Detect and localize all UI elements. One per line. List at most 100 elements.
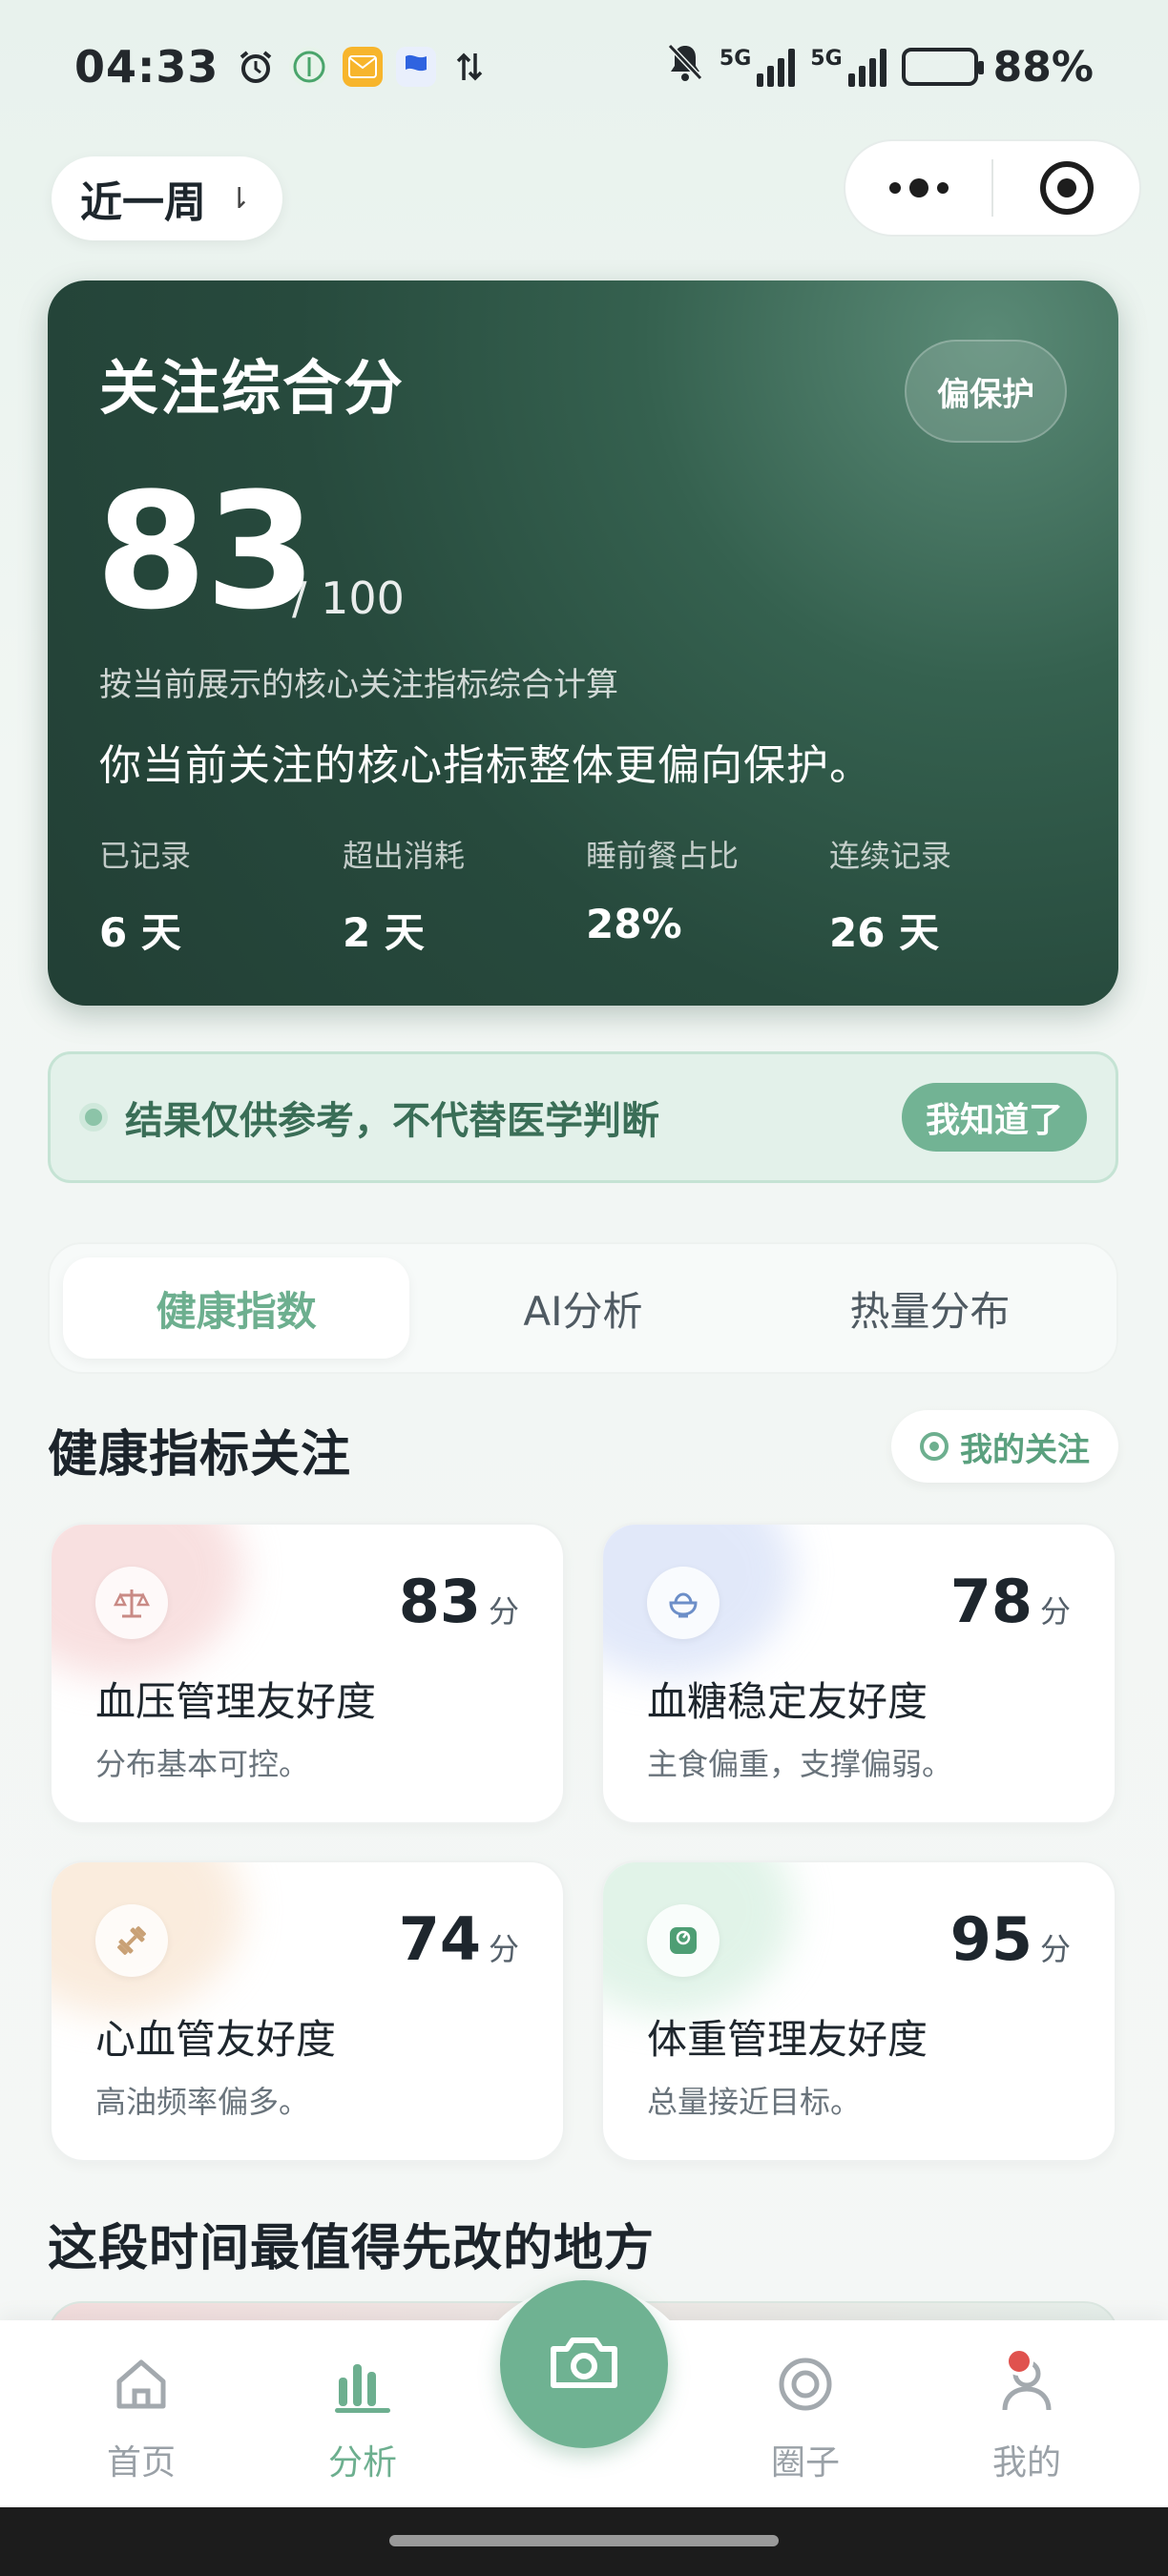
period-label: 近一周	[80, 178, 206, 227]
stat-value: 26 天	[829, 909, 940, 956]
stat-value: 2 天	[343, 909, 425, 956]
metric-score-unit: 分	[488, 1931, 519, 1967]
score-description: 按当前展示的核心关注指标综合计算	[99, 666, 618, 704]
battery-percent: 88%	[992, 42, 1094, 92]
circle-icon	[774, 2353, 837, 2420]
notice-text: 结果仅供参考，不代替医学判断	[125, 1099, 659, 1143]
stat-over-consumption: 超出消耗 2 天	[343, 832, 586, 959]
scale-icon	[95, 1567, 168, 1639]
flag-icon	[396, 47, 437, 87]
my-follows-button[interactable]: 我的关注	[891, 1410, 1118, 1483]
nav-item-profile[interactable]: 我的	[950, 2347, 1103, 2484]
metric-score: 95 分	[950, 1904, 1071, 1974]
overall-score-value: 83	[95, 458, 317, 645]
profile-icon	[995, 2347, 1058, 2420]
stat-label: 已记录	[99, 838, 192, 874]
metric-score-value: 74	[398, 1904, 481, 1974]
app-notification-icon	[289, 47, 330, 87]
mail-icon	[343, 47, 384, 87]
status-notification-icons	[236, 47, 490, 87]
metric-card-blood-pressure[interactable]: 83 分 血压管理友好度 分布基本可控。	[50, 1523, 565, 1824]
more-dots-icon	[888, 178, 949, 197]
camera-icon	[546, 2332, 622, 2397]
network-type-2: 5G	[810, 47, 843, 71]
dumbbell-icon	[95, 1904, 168, 1977]
bar-chart-icon	[331, 2353, 394, 2420]
nav-label: 首页	[106, 2443, 176, 2483]
nav-item-circle[interactable]: 圈子	[729, 2353, 882, 2484]
close-miniprogram-button[interactable]	[993, 141, 1139, 235]
network-type-1: 5G	[719, 47, 752, 71]
tab-ai-analysis[interactable]: AI分析	[409, 1257, 756, 1359]
period-selector-button[interactable]: 近一周 ⇂	[52, 156, 282, 240]
metric-name: 血压管理友好度	[95, 1678, 377, 1725]
metric-score-value: 95	[949, 1904, 1032, 1974]
notice-acknowledge-button[interactable]: 我知道了	[902, 1083, 1087, 1152]
metric-name: 血糖稳定友好度	[647, 1678, 928, 1725]
weight-scale-icon	[647, 1904, 720, 1977]
metric-score-value: 78	[949, 1567, 1032, 1636]
battery-icon	[901, 48, 984, 86]
metric-score: 78 分	[950, 1567, 1071, 1636]
bowl-icon	[647, 1567, 720, 1639]
score-tag-badge: 偏保护	[905, 340, 1067, 443]
metric-score-unit: 分	[1039, 1593, 1071, 1630]
metric-card-weight[interactable]: 95 分 体重管理友好度 总量接近目标。	[601, 1860, 1116, 2162]
metric-card-cardiovascular[interactable]: 74 分 心血管友好度 高油频率偏多。	[50, 1860, 565, 2162]
notification-badge	[1005, 2347, 1033, 2376]
status-bar: 04:33 5G 5G 88%	[0, 0, 1168, 134]
camera-button[interactable]	[500, 2280, 668, 2448]
metric-description: 分布基本可控。	[95, 1746, 310, 1782]
stat-label: 睡前餐占比	[586, 838, 740, 874]
nav-item-analysis[interactable]: 分析	[286, 2353, 439, 2484]
signal-strength-1: 5G	[719, 47, 796, 87]
stat-recorded: 已记录 6 天	[99, 832, 343, 959]
page: 04:33 5G 5G 88% 近一周 ⇂ 关注综合分 偏保护 83 / 100…	[0, 0, 1168, 2576]
analysis-tabs: 健康指数 AI分析 热量分布	[48, 1242, 1118, 1374]
score-summary: 你当前关注的核心指标整体更偏向保护。	[99, 741, 872, 790]
stat-value: 28%	[586, 901, 682, 947]
alarm-icon	[236, 47, 276, 87]
score-card-title: 关注综合分	[99, 353, 406, 423]
nav-label: 圈子	[770, 2443, 840, 2483]
stat-value: 6 天	[99, 909, 181, 956]
status-time: 04:33	[74, 41, 219, 93]
metric-description: 高油频率偏多。	[95, 2084, 310, 2120]
metric-score-value: 83	[398, 1567, 481, 1636]
metric-score-unit: 分	[1039, 1931, 1071, 1967]
target-circle-icon	[1039, 161, 1094, 215]
score-max: / 100	[292, 572, 405, 624]
section-title: 健康指标关注	[48, 1426, 352, 1484]
stat-label: 超出消耗	[343, 838, 466, 874]
stat-streak: 连续记录 26 天	[829, 832, 1073, 959]
status-right: 5G 5G 88%	[666, 42, 1094, 93]
miniprogram-capsule	[844, 139, 1141, 237]
nav-label: 分析	[327, 2443, 397, 2483]
home-icon	[110, 2353, 173, 2420]
metric-description: 总量接近目标。	[647, 2084, 862, 2120]
stat-late-meal-ratio: 睡前餐占比 28%	[586, 832, 829, 959]
metric-score: 74 分	[399, 1904, 519, 1974]
notice-dot-icon	[79, 1103, 108, 1132]
nav-item-home[interactable]: 首页	[65, 2353, 218, 2484]
home-indicator[interactable]	[389, 2535, 779, 2546]
metric-name: 体重管理友好度	[647, 2016, 928, 2063]
target-icon	[920, 1432, 949, 1461]
data-transfer-icon	[449, 47, 490, 87]
disclaimer-notice: 结果仅供参考，不代替医学判断 我知道了	[48, 1051, 1118, 1183]
metric-description: 主食偏重，支撑偏弱。	[647, 1746, 953, 1782]
period-dropdown-icon: ⇂	[227, 181, 252, 216]
metric-card-blood-sugar[interactable]: 78 分 血糖稳定友好度 主食偏重，支撑偏弱。	[601, 1523, 1116, 1824]
metric-score: 83 分	[399, 1567, 519, 1636]
tab-calorie-distribution[interactable]: 热量分布	[757, 1257, 1103, 1359]
mute-bell-icon	[666, 42, 704, 93]
score-stats: 已记录 6 天 超出消耗 2 天 睡前餐占比 28% 连续记录 26 天	[99, 832, 1073, 959]
improvement-section-title: 这段时间最值得先改的地方	[48, 2220, 656, 2277]
tab-health-index[interactable]: 健康指数	[63, 1257, 410, 1359]
nav-label: 我的	[991, 2443, 1061, 2483]
signal-strength-2: 5G	[810, 47, 886, 87]
more-menu-button[interactable]	[845, 141, 991, 235]
metric-score-unit: 分	[488, 1593, 519, 1630]
overall-score-card: 关注综合分 偏保护 83 / 100 按当前展示的核心关注指标综合计算 你当前关…	[48, 280, 1118, 1006]
stat-label: 连续记录	[829, 838, 952, 874]
